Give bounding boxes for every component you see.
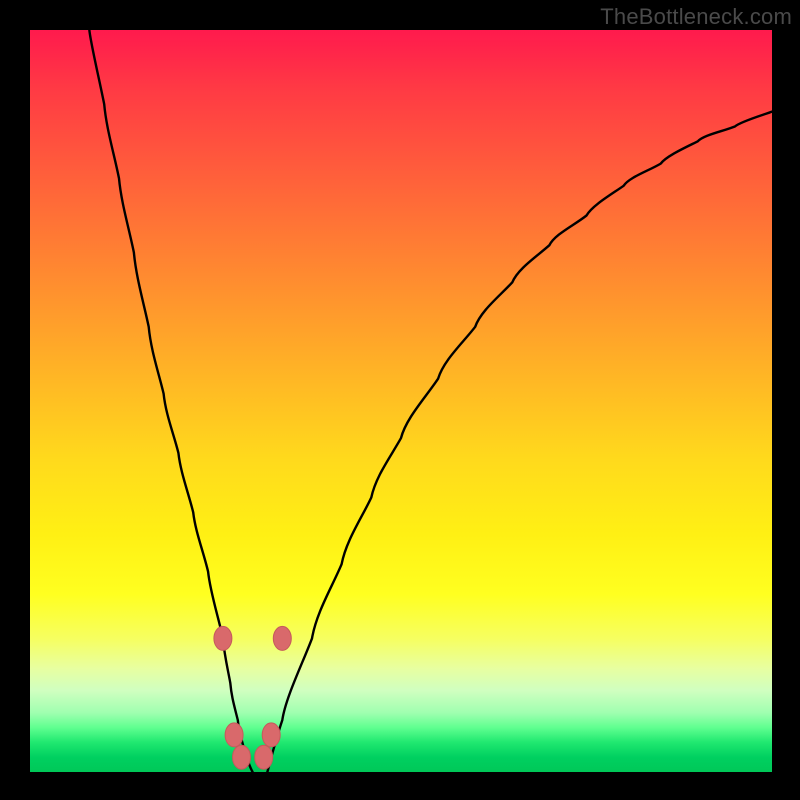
bottleneck-curve xyxy=(89,30,772,779)
curve-marker xyxy=(233,745,251,769)
curve-marker xyxy=(273,626,291,650)
curve-markers xyxy=(214,626,291,769)
plot-area xyxy=(30,30,772,772)
curve-svg xyxy=(30,30,772,772)
curve-marker xyxy=(225,723,243,747)
watermark-text: TheBottleneck.com xyxy=(600,4,792,30)
curve-marker xyxy=(255,745,273,769)
curve-marker xyxy=(262,723,280,747)
chart-frame: TheBottleneck.com xyxy=(0,0,800,800)
curve-marker xyxy=(214,626,232,650)
